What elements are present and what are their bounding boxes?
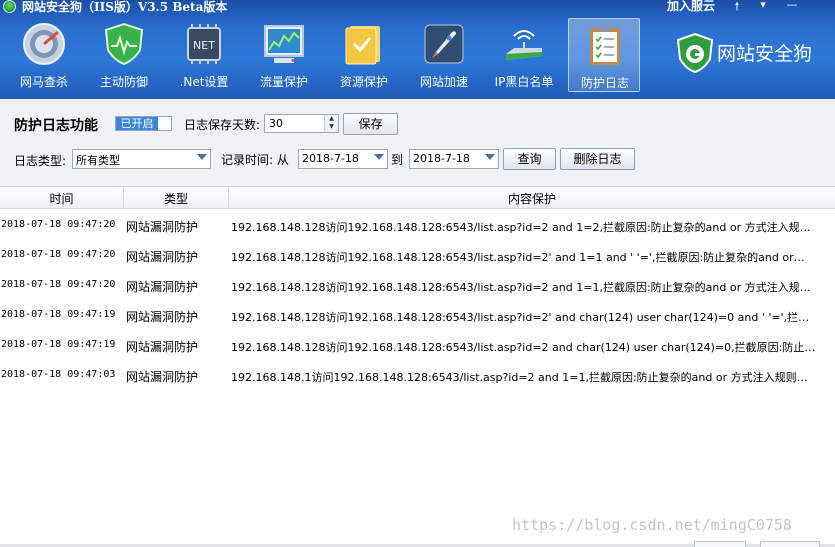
cell-content: 192.168.148.128访问192.168.148.128:6543/li… <box>231 311 810 324</box>
cell-type: 网站漏洞防护 <box>126 250 199 264</box>
watermark-text: https://blog.csdn.net/mingC0758 <box>512 516 792 534</box>
tool-label: 主动防御 <box>99 75 148 89</box>
chip-icon: NET <box>187 24 221 64</box>
type-value: 所有类型 <box>76 154 120 167</box>
cell-time: 2018-07-18 09:47:19 <box>1 309 116 320</box>
title-bar: 网站安全狗（IIS版）V3.5 Beta版本 加入服云 🠕 ▾ — <box>0 0 835 14</box>
minimize-icon[interactable]: — <box>781 0 803 11</box>
days-value: 30 <box>269 117 283 130</box>
from-date-value: 2018-7-18 <box>302 152 359 165</box>
pin-icon[interactable]: 🠕 <box>726 0 748 13</box>
cell-type: 网站漏洞防护 <box>126 340 199 354</box>
chevron-down-icon <box>374 154 384 160</box>
cell-content: 192.168.148.128访问192.168.148.128:6543/li… <box>231 221 811 234</box>
cell-type: 网站漏洞防护 <box>126 370 199 384</box>
cell-time: 2018-07-18 09:47:03 <box>1 369 116 380</box>
svg-text:NET: NET <box>193 39 215 52</box>
cell-content: 192.168.148.128访问192.168.148.128:6543/li… <box>231 281 811 294</box>
table-row[interactable]: 2018-07-18 09:47:20 网站漏洞防护 192.168.148.1… <box>0 240 835 270</box>
tool-protection-log[interactable]: 防护日志 <box>568 18 640 92</box>
app-logo-icon <box>3 0 16 13</box>
tool-ip-list[interactable]: IP黑白名单 <box>488 18 560 92</box>
rocket-icon <box>424 24 464 64</box>
dog-badge-icon <box>676 33 714 73</box>
days-stepper[interactable]: 30 ▲ ▼ <box>264 114 339 133</box>
log-toggle[interactable]: 已开启 <box>115 116 172 131</box>
from-date-picker[interactable]: 2018-7-18 <box>298 149 388 169</box>
bottom-button[interactable] <box>694 541 746 547</box>
log-table-body: 2018-07-18 09:47:20 网站漏洞防护 192.168.148.1… <box>0 210 835 540</box>
to-date-value: 2018-7-18 <box>413 152 470 165</box>
scan-disc-icon <box>23 23 65 65</box>
type-select[interactable]: 所有类型 <box>72 149 211 169</box>
table-row[interactable]: 2018-07-18 09:47:19 网站漏洞防护 192.168.148.1… <box>0 330 835 360</box>
chevron-down-icon <box>197 154 207 160</box>
tool-label: .Net设置 <box>179 75 229 89</box>
query-button[interactable]: 查询 <box>503 148 556 170</box>
days-label: 日志保存天数: <box>184 118 261 132</box>
header-bar: 网站安全狗（IIS版）V3.5 Beta版本 加入服云 🠕 ▾ — 网马查杀 主… <box>0 0 835 99</box>
cell-time: 2018-07-18 09:47:20 <box>1 249 116 260</box>
bottom-button[interactable] <box>760 541 820 547</box>
log-table-header: 时间 类型 内容保护 <box>0 186 835 209</box>
tool-trojan-scan[interactable]: 网马查杀 <box>8 18 80 92</box>
toggle-on-label: 已开启 <box>116 117 158 130</box>
monitor-chart-icon <box>264 25 304 63</box>
stepper-arrows-icon[interactable]: ▲ ▼ <box>324 115 338 132</box>
cell-content: 192.168.148.1访问192.168.148.128:6543/list… <box>231 371 808 384</box>
settings-panel: 防护日志功能 已开启 日志保存天数: 30 ▲ ▼ 保存 日志类型: 所有类型 记… <box>0 99 835 186</box>
brand-text: 网站安全狗 <box>717 43 813 65</box>
cell-content: 192.168.148.128访问192.168.148.128:6543/li… <box>231 251 805 264</box>
cell-content: 192.168.148.128访问192.168.148.128:6543/li… <box>231 341 816 354</box>
cell-time: 2018-07-18 09:47:20 <box>1 219 116 230</box>
menu-dropdown-icon[interactable]: ▾ <box>752 0 774 11</box>
shield-icon <box>104 22 144 66</box>
column-header-type[interactable]: 类型 <box>124 190 228 207</box>
tool-site-accelerate[interactable]: 网站加速 <box>408 18 480 92</box>
cell-type: 网站漏洞防护 <box>126 280 199 294</box>
table-row[interactable]: 2018-07-18 09:47:19 网站漏洞防护 192.168.148.1… <box>0 300 835 330</box>
column-header-time[interactable]: 时间 <box>0 190 123 207</box>
time-label: 记录时间: 从 <box>221 153 289 167</box>
tool-active-defense[interactable]: 主动防御 <box>88 18 160 92</box>
tool-label: 流量保护 <box>259 75 308 89</box>
router-icon <box>506 30 542 60</box>
tool-net-settings[interactable]: NET .Net设置 <box>168 18 240 92</box>
tool-label: 防护日志 <box>580 76 629 90</box>
to-date-picker[interactable]: 2018-7-18 <box>409 149 499 169</box>
to-label: 到 <box>391 153 404 167</box>
cell-type: 网站漏洞防护 <box>126 310 199 324</box>
cell-type: 网站漏洞防护 <box>126 220 199 234</box>
tool-label: 网马查杀 <box>19 75 68 89</box>
type-label: 日志类型: <box>14 154 67 168</box>
clipboard-icon <box>590 26 620 65</box>
tool-resource-protect[interactable]: 资源保护 <box>328 18 400 92</box>
tool-label: IP黑白名单 <box>494 75 554 89</box>
tool-label: 资源保护 <box>339 75 388 89</box>
table-row[interactable]: 2018-07-18 09:47:20 网站漏洞防护 192.168.148.1… <box>0 270 835 300</box>
feature-title: 防护日志功能 <box>14 118 98 134</box>
join-cloud-link[interactable]: 加入服云 <box>667 0 715 14</box>
tool-label: 网站加速 <box>419 75 468 89</box>
app-title: 网站安全狗（IIS版）V3.5 Beta版本 <box>22 0 228 14</box>
tool-traffic-protect[interactable]: 流量保护 <box>248 18 320 92</box>
cell-time: 2018-07-18 09:47:19 <box>1 339 116 350</box>
cell-time: 2018-07-18 09:47:20 <box>1 279 116 290</box>
chevron-down-icon <box>485 154 495 160</box>
delete-log-button[interactable]: 删除日志 <box>560 148 635 170</box>
column-header-content[interactable]: 内容保护 <box>229 190 835 207</box>
table-row[interactable]: 2018-07-18 09:47:03 网站漏洞防护 192.168.148.1… <box>0 360 835 390</box>
table-row[interactable]: 2018-07-18 09:47:20 网站漏洞防护 192.168.148.1… <box>0 210 835 240</box>
folder-icon <box>345 26 380 65</box>
save-button[interactable]: 保存 <box>343 113 398 135</box>
